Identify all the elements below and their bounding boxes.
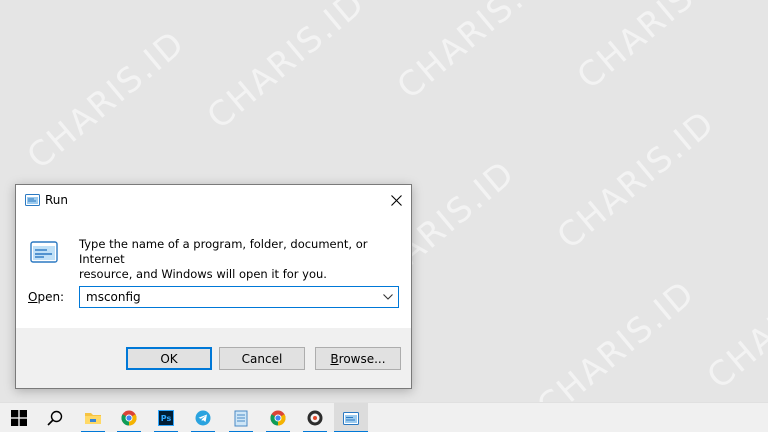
open-label: Open:: [28, 290, 64, 304]
watermark: CHARIS.ID: [389, 0, 564, 108]
close-button[interactable]: [381, 185, 411, 215]
taskbar-file-explorer[interactable]: [76, 403, 110, 432]
taskbar-chrome[interactable]: [112, 403, 146, 432]
taskbar: Ps: [0, 402, 768, 432]
open-combobox[interactable]: [79, 286, 399, 308]
start-button[interactable]: [2, 403, 36, 432]
search-icon: [47, 410, 63, 426]
taskbar-media-player[interactable]: [298, 403, 332, 432]
watermark: CHARIS.ID: [699, 242, 768, 398]
run-icon: [25, 194, 40, 206]
taskbar-telegram[interactable]: [186, 403, 220, 432]
open-label-text: pen:: [37, 290, 65, 304]
instructions-text: Type the name of a program, folder, docu…: [79, 237, 399, 282]
close-icon: [390, 194, 402, 206]
chrome-icon: [121, 410, 137, 426]
chevron-down-icon: [383, 294, 393, 300]
watermark: CHARIS.ID: [19, 22, 194, 178]
run-dialog: Run Type the name of a program, folder, …: [15, 184, 412, 389]
search-button[interactable]: [38, 403, 72, 432]
watermark: CHARIS.ID: [569, 0, 744, 98]
browse-button[interactable]: Browse...: [315, 347, 401, 370]
taskbar-photoshop[interactable]: Ps: [149, 403, 183, 432]
ok-button[interactable]: OK: [126, 347, 212, 370]
dialog-title: Run: [45, 193, 69, 207]
run-program-icon: [30, 241, 58, 263]
chrome-icon: [270, 410, 286, 426]
windows-logo-icon: [11, 410, 27, 426]
photoshop-icon: Ps: [158, 410, 174, 426]
telegram-icon: [195, 410, 211, 426]
taskbar-chrome-2[interactable]: [261, 403, 295, 432]
taskbar-run[interactable]: [334, 403, 368, 432]
taskbar-notepad[interactable]: [224, 403, 258, 432]
watermark: CHARIS.ID: [199, 0, 374, 138]
cancel-button[interactable]: Cancel: [219, 347, 305, 370]
open-input[interactable]: [80, 287, 376, 307]
media-player-icon: [307, 410, 323, 426]
folder-icon: [85, 413, 101, 424]
watermark: CHARIS.ID: [549, 102, 724, 258]
instructions-line: Type the name of a program, folder, docu…: [79, 237, 368, 266]
notepad-icon: [234, 410, 248, 426]
browse-accelerator: B: [330, 351, 339, 366]
run-icon: [343, 411, 359, 425]
dropdown-button[interactable]: [380, 289, 396, 305]
button-panel: OK Cancel Browse...: [16, 328, 411, 388]
browse-label: rowse...: [338, 351, 386, 366]
title-bar[interactable]: Run: [16, 185, 411, 216]
instructions-line: resource, and Windows will open it for y…: [79, 267, 327, 281]
